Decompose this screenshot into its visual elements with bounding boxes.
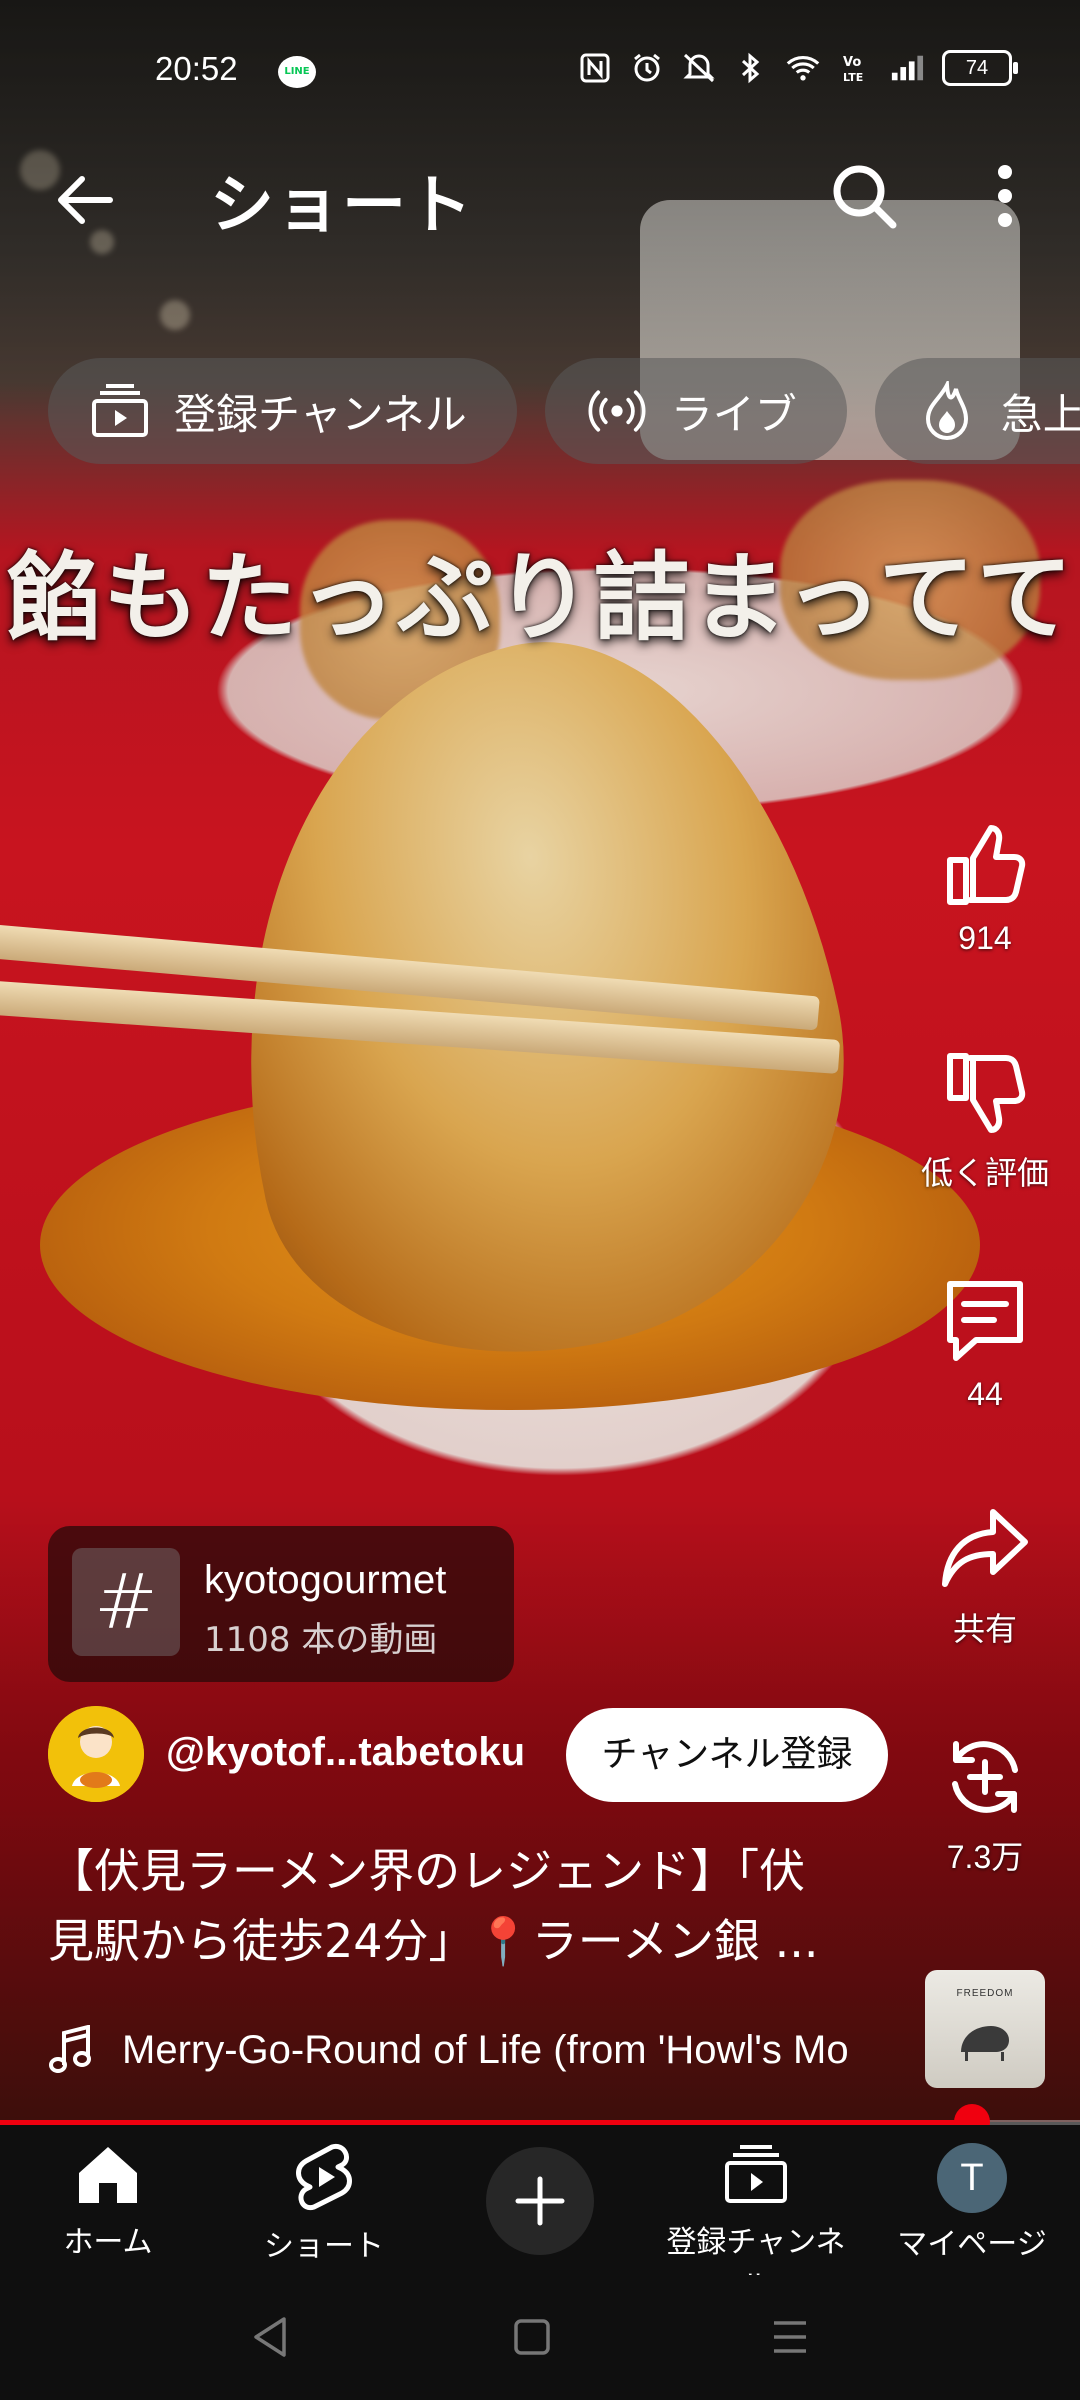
status-bar: 20:52 LINE Vo LTE 74	[0, 40, 1080, 110]
hashtag-video-count: 1108 本の動画	[204, 1620, 438, 1660]
thumb-down-icon	[947, 1053, 1026, 1133]
share-label: 共有	[952, 1611, 1017, 1647]
nav-shorts[interactable]: ショート	[224, 2143, 424, 2265]
svg-text:LTE: LTE	[843, 71, 863, 84]
comment-icon	[947, 1281, 1023, 1361]
alarm-icon	[630, 51, 664, 85]
share-button[interactable]: 共有	[900, 1504, 1070, 1650]
like-count: 914	[958, 920, 1012, 956]
nav-my-page[interactable]: T マイページ	[872, 2143, 1072, 2263]
square-home-icon	[514, 2319, 550, 2355]
more-button[interactable]	[985, 160, 1025, 232]
chip-trending[interactable]: 急上昇	[874, 358, 1080, 464]
piano-icon	[961, 2026, 1009, 2061]
system-recents-button[interactable]	[770, 2315, 810, 2363]
more-vert-icon	[998, 165, 1012, 227]
status-icons: Vo LTE 74	[578, 50, 1018, 86]
video-title-line: 見駅から徒歩24分」📍ラーメン銀 ...	[48, 1914, 819, 1968]
subscriptions-icon	[90, 381, 150, 441]
line-icon: LINE	[278, 56, 316, 88]
chip-label: ライブ	[670, 389, 797, 439]
nfc-icon	[578, 51, 612, 85]
filter-chips: 登録チャンネル ライブ 急上昇	[48, 358, 1080, 464]
menu-lines-icon	[774, 2321, 806, 2353]
channel-avatar[interactable]	[48, 1706, 144, 1802]
thumb-up-icon	[947, 825, 1026, 905]
chip-subscriptions[interactable]: 登録チャンネル	[48, 358, 517, 464]
wifi-icon	[786, 51, 820, 85]
comment-count: 44	[967, 1376, 1003, 1412]
create-button[interactable]	[486, 2147, 594, 2255]
create-plus-icon	[515, 2176, 565, 2226]
live-icon	[587, 381, 647, 441]
nav-home[interactable]: ホーム	[8, 2143, 208, 2261]
dislike-button[interactable]: 低く評価	[900, 1048, 1070, 1194]
avatar: T	[937, 2143, 1007, 2213]
triangle-back-icon	[254, 2317, 286, 2357]
chip-live[interactable]: ライブ	[544, 358, 847, 464]
back-button[interactable]	[50, 165, 120, 235]
chip-label: 登録チャンネル	[174, 389, 467, 439]
search-button[interactable]	[828, 160, 900, 232]
mute-icon	[682, 51, 716, 85]
bottom-nav: ホーム ショート 登録チャンネル T マイページ	[0, 2125, 1080, 2304]
remix-icon	[952, 1741, 1018, 1813]
status-time: 20:52	[155, 50, 238, 87]
remix-button[interactable]: 7.3万	[900, 1732, 1070, 1878]
nav-label: マイページ	[897, 2227, 1047, 2262]
hashtag-icon: #	[72, 1548, 180, 1656]
music-title: Merry-Go-Round of Life (from 'Howl's Mo	[122, 2027, 849, 2072]
system-home-button[interactable]	[512, 2315, 552, 2363]
nav-label: ショート	[264, 2229, 384, 2264]
chip-label: 急上昇	[1000, 389, 1080, 439]
arrow-left-icon	[58, 176, 113, 224]
video-caption-overlay: 餡もたっぷり詰まってて	[5, 541, 1075, 654]
subscriptions-icon	[725, 2145, 787, 2203]
music-row[interactable]: Merry-Go-Round of Life (from 'Howl's Mo	[48, 2015, 888, 2085]
page-title: ショート	[210, 169, 474, 243]
volte-icon: Vo LTE	[838, 51, 872, 85]
dislike-label: 低く評価	[920, 1155, 1049, 1191]
video-title-line: 【伏見ラーメン界のレジェンド】「伏	[48, 1844, 806, 1898]
subscribe-button[interactable]: チャンネル登録	[566, 1708, 888, 1802]
comments-button[interactable]: 44	[900, 1276, 1070, 1413]
like-button[interactable]: 914	[900, 820, 1070, 957]
trending-icon	[917, 381, 977, 441]
hashtag-name: kyotogourmet	[204, 1558, 447, 1602]
system-back-button[interactable]	[250, 2315, 290, 2363]
home-icon	[79, 2147, 137, 2203]
channel-handle[interactable]: @kyotof...tabetoku	[166, 1730, 525, 1775]
video-title[interactable]: 【伏見ラーメン界のレジェンド】「伏 見駅から徒歩24分」📍ラーメン銀 ...	[48, 1836, 888, 1976]
remix-count: 7.3万	[946, 1839, 1024, 1875]
header: ショート	[0, 140, 1080, 250]
svg-text:Vo: Vo	[843, 55, 861, 70]
nav-label: ホーム	[63, 2225, 153, 2260]
signal-icon	[890, 51, 924, 85]
album-thumbnail[interactable]: FREEDOM	[925, 1970, 1045, 2088]
battery-icon: 74	[942, 50, 1018, 86]
share-icon	[942, 1509, 1028, 1587]
music-note-icon	[49, 2025, 91, 2073]
bluetooth-icon	[734, 51, 768, 85]
shorts-icon	[296, 2143, 352, 2211]
album-title: FREEDOM	[956, 1988, 1014, 1999]
hashtag-chip[interactable]: # kyotogourmet 1108 本の動画	[48, 1526, 514, 1682]
shorts-screen: 餡もたっぷり詰まってて 20:52 LINE Vo LTE 74 ショート 登録…	[0, 0, 1080, 2400]
system-nav-bar	[0, 2275, 1080, 2400]
search-icon	[833, 165, 897, 229]
